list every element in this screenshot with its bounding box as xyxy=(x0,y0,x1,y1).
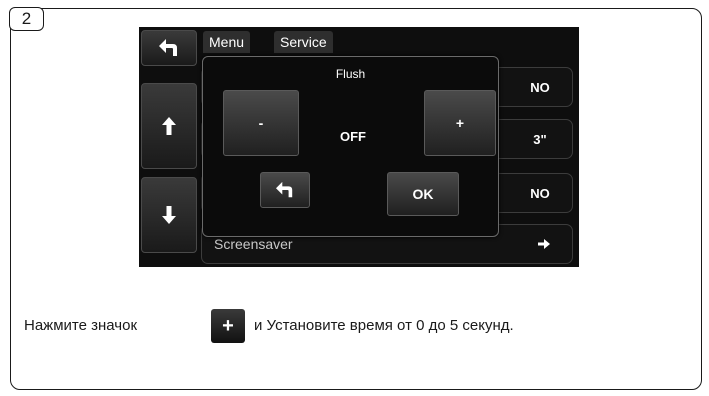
increase-label: + xyxy=(455,115,465,131)
down-arrow-icon xyxy=(162,206,176,224)
plus-icon: + xyxy=(211,309,245,343)
scroll-down-button[interactable] xyxy=(141,177,197,253)
flush-dialog: Flush - OFF + OK xyxy=(202,56,499,237)
decrease-button[interactable]: - xyxy=(223,90,299,156)
back-arrow-icon xyxy=(276,181,293,198)
row-value: NO xyxy=(530,185,550,201)
right-arrow-icon xyxy=(538,239,550,249)
tab-menu[interactable]: Menu xyxy=(203,31,251,53)
decrease-label: - xyxy=(258,115,264,131)
tab-service[interactable]: Service xyxy=(274,31,333,53)
increase-button[interactable]: + xyxy=(424,90,496,156)
step-badge: 2 xyxy=(9,7,44,31)
row-value: NO xyxy=(530,79,550,95)
back-arrow-icon xyxy=(159,39,177,56)
scroll-up-button[interactable] xyxy=(141,83,197,169)
ok-label: OK xyxy=(412,186,434,202)
instruction-before: Нажмите значок xyxy=(24,317,138,334)
dialog-back-button[interactable] xyxy=(260,172,310,208)
row-value: 3" xyxy=(533,131,547,147)
up-arrow-icon xyxy=(162,117,176,135)
dialog-title: Flush xyxy=(335,67,366,81)
back-button[interactable] xyxy=(141,30,197,66)
instruction-after: и Установите время от 0 до 5 секунд. xyxy=(254,317,514,334)
ok-button[interactable]: OK xyxy=(387,172,459,216)
flush-value: OFF xyxy=(340,129,366,144)
device-screen: Menu Service NO 3" NO Screensaver Flush … xyxy=(139,27,579,267)
